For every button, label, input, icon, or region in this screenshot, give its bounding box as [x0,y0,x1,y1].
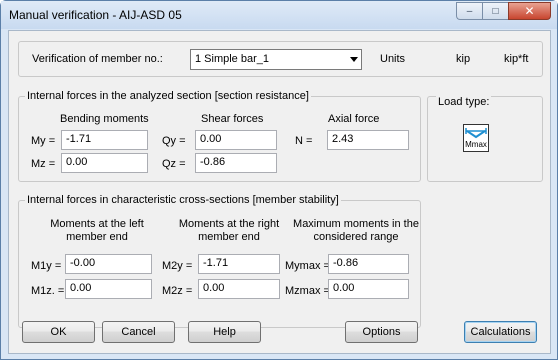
right-header-line1: Moments at the right [178,218,280,230]
member-select-value: 1 Simple bar_1 [195,53,269,65]
help-button[interactable]: Help [188,321,261,343]
window-title: Manual verification - AIJ-ASD 05 [9,8,182,22]
m1z-label: M1z. = [31,285,65,297]
unit-moment: kip*ft [504,53,529,65]
m1z-input[interactable]: 0.00 [65,279,152,299]
manual-verification-window: Manual verification - AIJ-ASD 05 – □ ✕ V… [0,0,558,360]
m2y-input[interactable]: -1.71 [198,254,280,274]
mymax-label: Mymax = [285,260,330,272]
section-resistance-group: Internal forces in the analyzed section … [18,90,421,182]
right-header-line2: member end [198,231,260,243]
mzmax-input[interactable]: 0.00 [328,279,409,299]
minimize-button[interactable]: – [456,2,482,20]
m1y-label: M1y = [31,260,62,272]
member-group: Verification of member no.: 1 Simple bar… [18,41,543,77]
section-group-title: Internal forces in the analyzed section … [25,90,311,102]
options-button[interactable]: Options [345,321,418,343]
qy-label: Qy = [162,135,186,147]
units-label: Units [380,53,406,65]
n-label: N = [295,135,313,147]
dialog-client: Verification of member no.: 1 Simple bar… [8,30,551,354]
m2z-input[interactable]: 0.00 [198,279,280,299]
my-label: My = [31,135,56,147]
window-controls: – □ ✕ [456,2,551,20]
mzmax-label: Mzmax = [285,285,330,297]
shear-header: Shear forces [201,113,264,125]
qz-input[interactable]: -0.86 [195,153,277,173]
m1y-input[interactable]: -0.00 [65,254,152,274]
member-label: Verification of member no.: [32,53,163,65]
left-header-line1: Moments at the left [50,218,144,230]
m2z-label: M2z = [162,285,193,297]
unit-force: kip [456,53,471,65]
left-header-line2: member end [66,231,128,243]
n-input[interactable]: 2.43 [327,130,409,150]
ok-button[interactable]: OK [22,321,95,343]
stability-group-title: Internal forces in characteristic cross-… [25,194,341,206]
maximize-button[interactable]: □ [482,2,508,20]
bending-header: Bending moments [60,113,149,125]
mz-label: Mz = [31,158,56,170]
load-type-title: Load type: [436,96,492,108]
member-select[interactable]: 1 Simple bar_1 [190,49,362,70]
cancel-button[interactable]: Cancel [102,321,175,343]
mmax-load-icon[interactable]: Mmax [463,124,489,152]
close-button[interactable]: ✕ [508,2,551,20]
mmax-icon-text: Mmax [465,140,487,149]
member-stability-group: Internal forces in characteristic cross-… [18,194,421,328]
qz-label: Qz = [162,158,186,170]
mymax-input[interactable]: -0.86 [328,254,409,274]
chevron-down-icon [350,57,358,62]
calculations-button[interactable]: Calculations [464,321,537,343]
mz-input[interactable]: 0.00 [61,153,148,173]
mmax-load-icon-graphic: Mmax [464,125,488,151]
title-bar[interactable]: Manual verification - AIJ-ASD 05 – □ ✕ [1,1,557,29]
max-header-line1: Maximum moments in the [293,218,419,230]
my-input[interactable]: -1.71 [61,130,148,150]
max-header-line2: considered range [313,231,399,243]
qy-input[interactable]: 0.00 [195,130,277,150]
m2y-label: M2y = [162,260,193,272]
axial-header: Axial force [328,113,380,125]
